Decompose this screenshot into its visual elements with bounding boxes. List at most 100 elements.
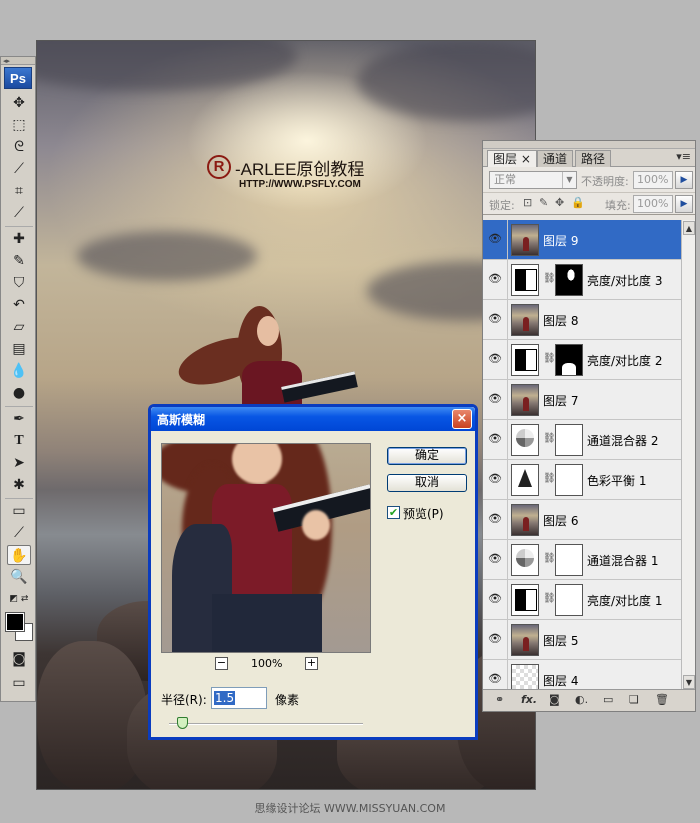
radius-slider-track[interactable]: [169, 723, 363, 725]
tab-layers[interactable]: 图层 ×: [487, 150, 537, 167]
tab-paths[interactable]: 路径: [575, 150, 612, 167]
eye-icon[interactable]: 👁: [485, 550, 505, 568]
layer-thumbnail[interactable]: [511, 624, 539, 656]
eye-icon[interactable]: 👁: [485, 230, 505, 248]
eye-icon[interactable]: 👁: [485, 670, 505, 688]
eyedropper-tool-icon[interactable]: ⟋: [7, 523, 31, 543]
layer-row[interactable]: 👁 图层 4: [483, 660, 681, 690]
dialog-titlebar[interactable]: 高斯模糊 ×: [151, 407, 475, 431]
history-brush-tool-icon[interactable]: ↶: [7, 295, 31, 315]
eye-icon[interactable]: 👁: [485, 430, 505, 448]
layer-row[interactable]: 👁 图层 9: [483, 220, 681, 260]
layer-thumbnail[interactable]: [511, 464, 539, 496]
cancel-button[interactable]: 取消: [387, 474, 467, 492]
layer-mask-thumbnail[interactable]: [555, 264, 583, 296]
move-tool-icon[interactable]: ✥: [7, 93, 31, 113]
radius-slider-thumb[interactable]: [177, 717, 188, 729]
layer-thumbnail[interactable]: [511, 264, 539, 296]
photoshop-logo[interactable]: Ps: [4, 67, 32, 89]
scroll-up-icon[interactable]: ▲: [683, 221, 695, 235]
type-tool-icon[interactable]: T: [7, 431, 31, 451]
path-selection-tool-icon[interactable]: ➤: [7, 453, 31, 473]
blur-tool-icon[interactable]: 💧: [7, 361, 31, 381]
quick-mask-icon[interactable]: ◙: [7, 649, 31, 669]
pen-tool-icon[interactable]: ✒: [7, 409, 31, 429]
layer-mask-thumbnail[interactable]: [555, 544, 583, 576]
panel-top-bar[interactable]: [483, 141, 695, 149]
layer-thumbnail[interactable]: [511, 544, 539, 576]
layer-list-scrollbar[interactable]: ▲ ▼: [681, 220, 695, 690]
layer-row[interactable]: 👁 图层 7: [483, 380, 681, 420]
layer-thumbnail[interactable]: [511, 344, 539, 376]
fill-arrow-button[interactable]: ▶: [675, 195, 693, 213]
gradient-tool-icon[interactable]: ▤: [7, 339, 31, 359]
new-layer-icon[interactable]: ❏: [629, 693, 639, 706]
tab-channels[interactable]: 通道: [537, 150, 574, 167]
link-icon[interactable]: ⛓: [543, 473, 556, 484]
layer-row[interactable]: 👁 ⛓ 色彩平衡 1: [483, 460, 681, 500]
close-icon[interactable]: ×: [452, 409, 472, 429]
scroll-down-icon[interactable]: ▼: [683, 675, 695, 689]
zoom-out-button[interactable]: −: [215, 657, 228, 670]
foreground-color-swatch[interactable]: [5, 612, 25, 632]
custom-shape-tool-icon[interactable]: ✱: [7, 475, 31, 495]
layer-mask-thumbnail[interactable]: [555, 344, 583, 376]
eye-icon[interactable]: 👁: [485, 510, 505, 528]
layer-thumbnail[interactable]: [511, 504, 539, 536]
panel-grip[interactable]: ◂▸: [1, 57, 35, 65]
link-icon[interactable]: ⛓: [543, 553, 556, 564]
healing-brush-tool-icon[interactable]: ✚: [7, 229, 31, 249]
adjustment-layer-icon[interactable]: ◐.: [575, 693, 588, 706]
layer-thumbnail[interactable]: [511, 224, 539, 256]
opacity-arrow-button[interactable]: ▶: [675, 171, 693, 189]
fill-field[interactable]: 100%: [633, 195, 673, 213]
layer-row[interactable]: 👁 ⛓ 亮度/对比度 1: [483, 580, 681, 620]
eye-icon[interactable]: 👁: [485, 350, 505, 368]
layer-thumbnail[interactable]: [511, 584, 539, 616]
lasso-tool-icon[interactable]: ᘓ: [7, 137, 31, 157]
link-icon[interactable]: ⛓: [543, 433, 556, 444]
radius-input[interactable]: 1.5: [211, 687, 267, 709]
layer-row[interactable]: 👁 图层 8: [483, 300, 681, 340]
blur-preview[interactable]: [161, 443, 371, 653]
brush-tool-icon[interactable]: ✎: [7, 251, 31, 271]
clone-stamp-tool-icon[interactable]: ⛉: [7, 273, 31, 293]
default-colors-icon[interactable]: ◩ ⇄: [7, 589, 31, 609]
link-icon[interactable]: ⛓: [543, 273, 556, 284]
blend-mode-select[interactable]: 正常 ▼: [489, 171, 577, 189]
add-mask-icon[interactable]: ◙: [549, 693, 560, 706]
layer-style-icon[interactable]: fx.: [521, 693, 537, 706]
layer-thumbnail[interactable]: [511, 424, 539, 456]
lock-all-icon[interactable]: 🔒: [571, 196, 585, 209]
crop-tool-icon[interactable]: ⌗: [7, 181, 31, 201]
eye-icon[interactable]: 👁: [485, 270, 505, 288]
eye-icon[interactable]: 👁: [485, 310, 505, 328]
hand-tool-icon[interactable]: ✋: [7, 545, 31, 565]
layer-row[interactable]: 👁 图层 5: [483, 620, 681, 660]
layer-row[interactable]: 👁 ⛓ 通道混合器 1: [483, 540, 681, 580]
link-layers-icon[interactable]: ⚭: [495, 693, 504, 706]
layer-thumbnail[interactable]: [511, 304, 539, 336]
ok-button[interactable]: 确定: [387, 447, 467, 465]
screen-mode-icon[interactable]: ▭: [7, 673, 31, 693]
lock-pixels-icon[interactable]: ✎: [539, 196, 548, 209]
eyedropper-tool-icon[interactable]: ⟋: [7, 203, 31, 223]
opacity-field[interactable]: 100%: [633, 171, 673, 189]
layer-mask-thumbnail[interactable]: [555, 584, 583, 616]
lock-transparency-icon[interactable]: ⊡: [523, 196, 532, 209]
layer-thumbnail[interactable]: [511, 384, 539, 416]
layer-row[interactable]: 👁 ⛓ 通道混合器 2: [483, 420, 681, 460]
zoom-in-button[interactable]: +: [305, 657, 318, 670]
notes-tool-icon[interactable]: ▭: [7, 501, 31, 521]
eye-icon[interactable]: 👁: [485, 630, 505, 648]
layer-mask-thumbnail[interactable]: [555, 424, 583, 456]
zoom-tool-icon[interactable]: 🔍: [7, 567, 31, 587]
link-icon[interactable]: ⛓: [543, 593, 556, 604]
lock-position-icon[interactable]: ✥: [555, 196, 564, 209]
new-group-icon[interactable]: ▭: [603, 693, 613, 706]
eye-icon[interactable]: 👁: [485, 470, 505, 488]
preview-checkbox[interactable]: ✔: [387, 506, 400, 519]
eye-icon[interactable]: 👁: [485, 590, 505, 608]
layer-mask-thumbnail[interactable]: [555, 464, 583, 496]
magic-wand-tool-icon[interactable]: ⟋: [7, 159, 31, 179]
